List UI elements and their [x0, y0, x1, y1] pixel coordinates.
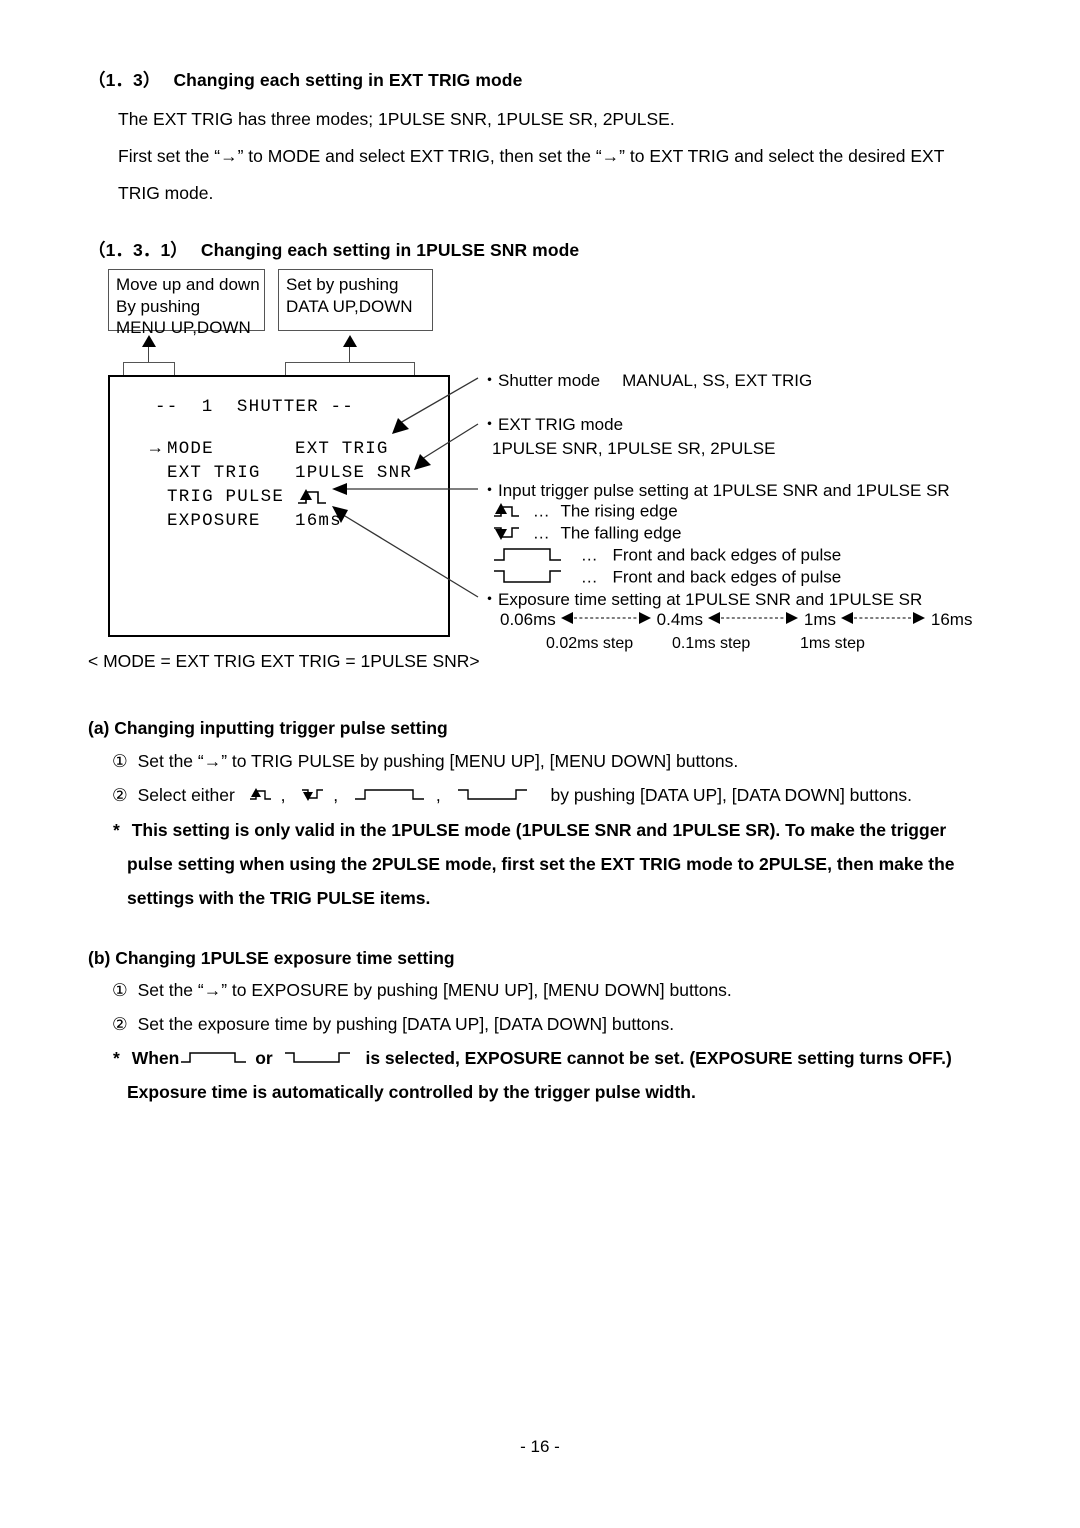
- annotation-shutter-mode: ・Shutter mode MANUAL, SS, EXT TRIG: [481, 372, 812, 389]
- rising-edge-icon: [492, 502, 522, 522]
- annotation-ext-trig-mode: ・EXT TRIG mode: [481, 416, 623, 433]
- step-marker: ②: [112, 785, 128, 805]
- part-b-note-when: When: [131, 1048, 180, 1068]
- annotation-positive-pulse: … Front and back edges of pulse: [492, 546, 841, 566]
- annotation-positive-pulse-text: Front and back edges of pulse: [612, 545, 842, 565]
- annotation-bullet: ・: [481, 590, 498, 609]
- annotation-falling-edge-text: The falling edge: [560, 523, 682, 543]
- rising-edge-icon: [248, 787, 274, 806]
- annotation-dots: …: [532, 501, 550, 521]
- part-b-note-line-1: * When or is selected, EXPOSURE cannot b…: [113, 1048, 952, 1069]
- exposure-range-arrow-2-icon: [707, 611, 799, 630]
- annotation-bullet: ・: [481, 481, 498, 500]
- annotation-rising-edge-text: The rising edge: [560, 501, 678, 521]
- annotation-shutter-mode-label: Shutter mode: [498, 371, 601, 390]
- annotation-dots: …: [580, 545, 598, 565]
- part-b-step-1-text: Set the “→” to EXPOSURE by pushing [MENU…: [137, 980, 732, 1000]
- exposure-step-1: 0.02ms step: [546, 635, 634, 652]
- part-a-step-2-suffix: by pushing [DATA UP], [DATA DOWN] button…: [550, 785, 912, 805]
- part-a-step-1: ① Set the “→” to TRIG PULSE by pushing […: [112, 751, 739, 771]
- step-marker: ①: [112, 751, 128, 771]
- part-b-step-2: ② Set the exposure time by pushing [DATA…: [112, 1014, 675, 1034]
- page-number: - 16 -: [520, 1437, 560, 1456]
- annotation-ext-trig-mode-values: 1PULSE SNR, 1PULSE SR, 2PULSE: [492, 439, 776, 458]
- negative-pulse-icon: [283, 1050, 353, 1069]
- falling-edge-icon: [492, 524, 522, 544]
- positive-pulse-icon: [492, 546, 564, 566]
- annotation-shutter-mode-values: MANUAL, SS, EXT TRIG: [622, 371, 813, 390]
- part-a-step-2-prefix: Select either: [137, 785, 235, 805]
- step-marker: ①: [112, 980, 128, 1000]
- part-a-note-line-3: settings with the TRIG PULSE items.: [127, 888, 431, 908]
- annotation-negative-pulse-text: Front and back edges of pulse: [612, 567, 842, 587]
- note-marker: *: [113, 1048, 120, 1068]
- exposure-scale-point-4: 16ms: [930, 610, 973, 629]
- negative-pulse-icon: [456, 787, 530, 806]
- annotation-bullet: ・: [481, 371, 498, 390]
- part-b-step-2-text: Set the exposure time by pushing [DATA U…: [137, 1014, 675, 1034]
- annotation-dots: …: [580, 567, 598, 587]
- part-b-note-text-tail: is selected, EXPOSURE cannot be set. (EX…: [365, 1048, 952, 1068]
- part-b-step-1: ① Set the “→” to EXPOSURE by pushing [ME…: [112, 980, 732, 1000]
- part-a-step-2: ② Select either , , , by pushing [DATA U…: [112, 785, 912, 806]
- part-b-note-line-2: Exposure time is automatically controlle…: [127, 1082, 696, 1102]
- exposure-scale-point-2: 0.4ms: [656, 610, 703, 629]
- annotation-rising-edge: … The rising edge: [492, 502, 678, 522]
- exposure-step-3: 1ms step: [800, 635, 865, 652]
- part-a-step-1-text: Set the “→” to TRIG PULSE by pushing [ME…: [137, 751, 739, 771]
- annotation-falling-edge: … The falling edge: [492, 524, 681, 544]
- exposure-scale-point-3: 1ms: [803, 610, 836, 629]
- part-a-note-text-1: This setting is only valid in the 1PULSE…: [131, 820, 947, 840]
- part-a-note-line-1: * This setting is only valid in the 1PUL…: [113, 820, 947, 840]
- exposure-range-arrow-1-icon: [560, 611, 652, 630]
- note-marker: *: [113, 820, 120, 840]
- annotation-ext-trig-mode-label: EXT TRIG mode: [498, 415, 624, 434]
- positive-pulse-icon: [179, 1050, 249, 1069]
- falling-edge-icon: [300, 787, 326, 806]
- part-a-heading: (a) Changing inputting trigger pulse set…: [88, 718, 448, 738]
- exposure-step-2: 0.1ms step: [672, 635, 751, 652]
- document-page: （1．3） Changing each setting in EXT TRIG …: [0, 0, 1080, 1528]
- annotation-exposure-setting: ・Exposure time setting at 1PULSE SNR and…: [481, 591, 922, 608]
- annotation-negative-pulse: … Front and back edges of pulse: [492, 568, 841, 588]
- part-a-note-line-2: pulse setting when using the 2PULSE mode…: [127, 854, 955, 874]
- exposure-scale: 0.06ms 0.4ms 1ms 16ms: [500, 611, 972, 631]
- part-b-heading: (b) Changing 1PULSE exposure time settin…: [88, 948, 455, 968]
- annotation-trigger-pulse: ・Input trigger pulse setting at 1PULSE S…: [481, 482, 950, 499]
- negative-pulse-icon: [492, 568, 564, 588]
- part-b-note-or: or: [255, 1048, 273, 1068]
- annotation-trigger-pulse-label: Input trigger pulse setting at 1PULSE SN…: [498, 481, 950, 500]
- exposure-range-arrow-3-icon: [840, 611, 926, 630]
- annotation-dots: …: [532, 523, 550, 543]
- positive-pulse-icon: [353, 787, 427, 806]
- step-marker: ②: [112, 1014, 128, 1034]
- annotation-exposure-label: Exposure time setting at 1PULSE SNR and …: [498, 590, 923, 609]
- exposure-scale-point-1: 0.06ms: [500, 610, 556, 629]
- annotation-bullet: ・: [481, 415, 498, 434]
